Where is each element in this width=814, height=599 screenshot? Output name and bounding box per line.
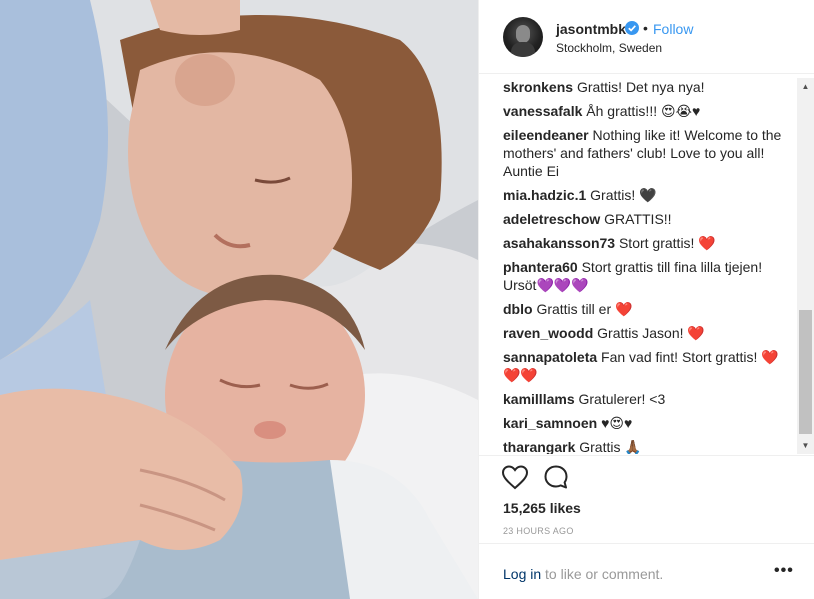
- comment-text: Grattis till er ❤️: [536, 301, 633, 317]
- scroll-down-arrow-icon[interactable]: ▼: [797, 437, 814, 454]
- login-prompt: Log in to like or comment.: [503, 566, 663, 582]
- scroll-thumb[interactable]: [799, 310, 812, 434]
- comment-text: Stort grattis! ❤️: [618, 235, 716, 251]
- photo-illustration: [0, 0, 478, 599]
- comment-item: eileendeaner Nothing like it! Welcome to…: [503, 126, 793, 180]
- post-timestamp: 23 HOURS AGO: [503, 526, 574, 536]
- comments-list[interactable]: skronkens Grattis! Det nya nya! vanessaf…: [503, 78, 793, 454]
- comment-username[interactable]: kamilllams: [503, 391, 575, 407]
- comment-text: GRATTIS!!: [604, 211, 672, 227]
- follow-button[interactable]: Follow: [653, 21, 693, 37]
- comment-item: phantera60 Stort grattis till fina lilla…: [503, 258, 793, 294]
- comment-username[interactable]: vanessafalk: [503, 103, 582, 119]
- post-footer: Log in to like or comment. •••: [479, 543, 814, 599]
- comment-username[interactable]: sannapatoleta: [503, 349, 597, 365]
- comment-text: ♥😍♥: [601, 415, 633, 431]
- location-link[interactable]: Stockholm, Sweden: [556, 41, 662, 55]
- post-sidebar: jasontmbk • Follow Stockholm, Sweden skr…: [478, 0, 814, 599]
- comment-text: Grattis Jason! ❤️: [597, 325, 705, 341]
- comment-item: tharangark Grattis 🙏🏾: [503, 438, 793, 454]
- separator-dot: •: [643, 20, 648, 36]
- verified-badge-icon: [625, 21, 639, 35]
- comment-username[interactable]: kari_samnoen: [503, 415, 597, 431]
- comment-item: skronkens Grattis! Det nya nya!: [503, 78, 793, 96]
- comment-item: mia.hadzic.1 Grattis! 🖤: [503, 186, 793, 204]
- likes-count[interactable]: 15,265 likes: [503, 500, 581, 516]
- comment-text: Grattis! 🖤: [590, 187, 657, 203]
- avatar-face: [516, 25, 530, 43]
- comment-username[interactable]: adeletreschow: [503, 211, 600, 227]
- comment-username[interactable]: raven_woodd: [503, 325, 593, 341]
- comment-item: vanessafalk Åh grattis!!! 😍😭♥: [503, 102, 793, 120]
- avatar[interactable]: [503, 17, 543, 57]
- comment-icon[interactable]: [543, 464, 569, 490]
- scroll-up-arrow-icon[interactable]: ▲: [797, 78, 814, 95]
- comment-item: dblo Grattis till er ❤️: [503, 300, 793, 318]
- comment-username[interactable]: eileendeaner: [503, 127, 589, 143]
- login-suffix: to like or comment.: [541, 566, 664, 582]
- comment-item: raven_woodd Grattis Jason! ❤️: [503, 324, 793, 342]
- post-photo: [0, 0, 478, 599]
- comment-item: kari_samnoen ♥😍♥: [503, 414, 793, 432]
- avatar-body: [511, 42, 535, 57]
- post-actions: 15,265 likes 23 HOURS AGO: [479, 455, 814, 545]
- comment-item: asahakansson73 Stort grattis! ❤️: [503, 234, 793, 252]
- comment-text: Grattis 🙏🏾: [579, 439, 642, 454]
- username-link[interactable]: jasontmbk: [556, 21, 626, 37]
- login-link[interactable]: Log in: [503, 566, 541, 582]
- comment-text: Grattis! Det nya nya!: [576, 79, 705, 95]
- post-header: jasontmbk • Follow Stockholm, Sweden: [479, 0, 814, 74]
- more-options-button[interactable]: •••: [774, 562, 794, 580]
- comment-item: adeletreschow GRATTIS!!: [503, 210, 793, 228]
- comment-item: sannapatoleta Fan vad fint! Stort gratti…: [503, 348, 793, 384]
- comment-username[interactable]: asahakansson73: [503, 235, 615, 251]
- comments-scrollbar[interactable]: ▲ ▼: [797, 78, 814, 454]
- comment-username[interactable]: dblo: [503, 301, 533, 317]
- heart-icon[interactable]: [501, 464, 529, 490]
- comment-item: kamilllams Gratulerer! <3: [503, 390, 793, 408]
- comment-text: Åh grattis!!! 😍😭♥: [586, 103, 701, 119]
- comment-text: Gratulerer! <3: [578, 391, 666, 407]
- comment-username[interactable]: mia.hadzic.1: [503, 187, 586, 203]
- comment-username[interactable]: tharangark: [503, 439, 575, 454]
- comment-username[interactable]: phantera60: [503, 259, 578, 275]
- comment-username[interactable]: skronkens: [503, 79, 573, 95]
